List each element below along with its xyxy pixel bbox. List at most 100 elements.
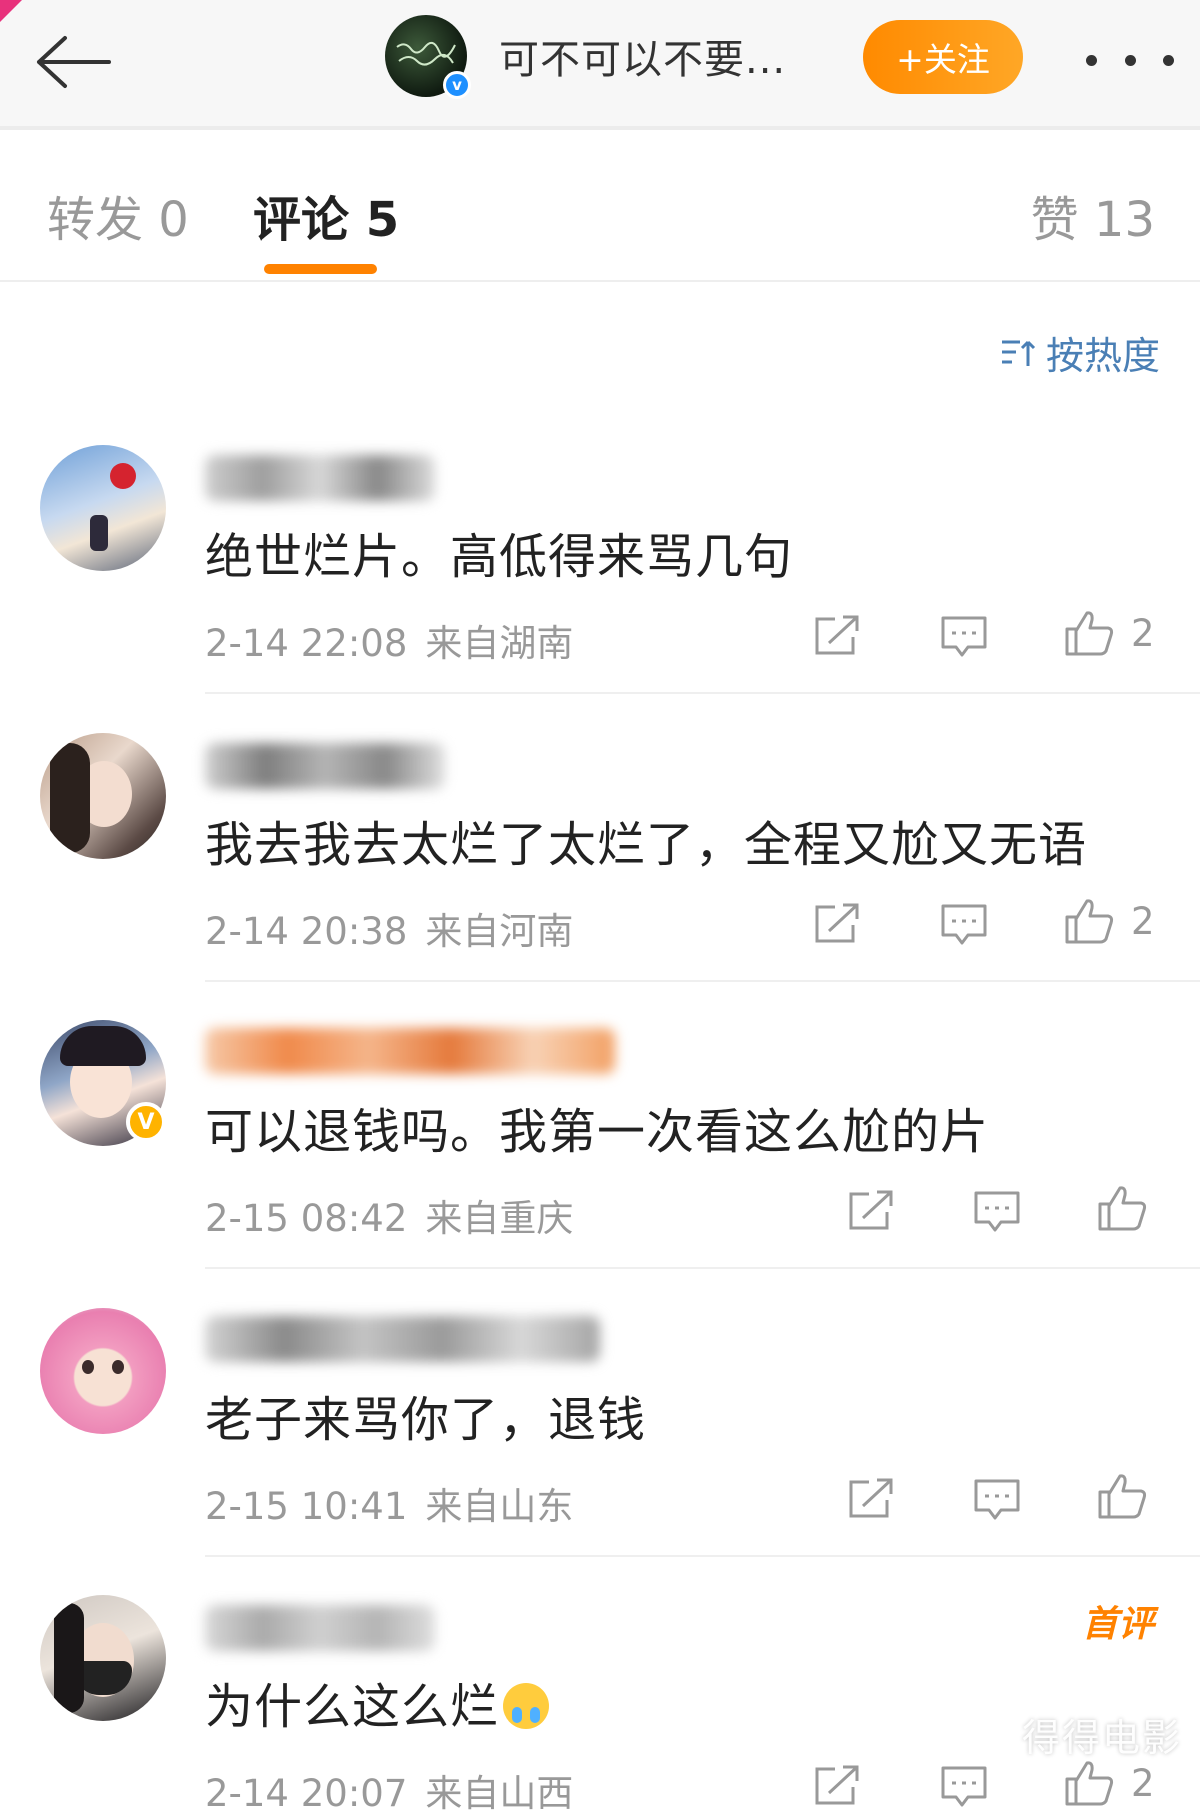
share-button[interactable]: [813, 1763, 861, 1807]
author-name[interactable]: 可不可以不要...: [499, 27, 786, 85]
more-icon-dot: [1124, 54, 1136, 66]
like-count: 2: [1131, 611, 1155, 655]
crying-emoji-icon: [503, 1683, 550, 1729]
reply-button[interactable]: [940, 615, 988, 659]
share-icon: [849, 1190, 893, 1230]
sort-icon: [1001, 340, 1036, 366]
top-bar: v 可不可以不要... +关注: [0, 0, 1200, 130]
comment-time: 2-15 10:41: [205, 1485, 408, 1528]
avatar-balloon: [110, 463, 136, 489]
comment-location: 来自山西: [425, 1772, 574, 1812]
share-icon: [815, 1765, 859, 1805]
share-icon: [815, 903, 859, 943]
divider: [205, 692, 1200, 694]
avatar[interactable]: [40, 1308, 166, 1434]
sort-button[interactable]: 按热度: [1000, 325, 1160, 380]
comment-text: 我去我去太烂了太烂了，全程又尬又无语: [205, 817, 1088, 873]
comment-text-content: 为什么这么烂: [205, 1679, 500, 1735]
reply-button[interactable]: [973, 1190, 1021, 1234]
thumb-up-icon: [1065, 611, 1114, 656]
corner-mark: [0, 0, 22, 22]
share-icon: [849, 1478, 893, 1518]
sort-label: 按热度: [1045, 334, 1160, 378]
comment-text: 可以退钱吗。我第一次看这么尬的片: [205, 1104, 990, 1160]
first-comment-tag: 首评: [1081, 1604, 1154, 1645]
reply-icon: [941, 1766, 987, 1807]
thumb-up-icon: [1098, 1186, 1147, 1231]
like-button[interactable]: 2: [1063, 1759, 1155, 1807]
avatar-eye-left: [82, 1360, 94, 1374]
comment-meta: 2-14 20:38 来自河南: [205, 901, 573, 955]
reply-icon: [974, 1191, 1020, 1232]
comment-meta: 2-15 08:42 来自重庆: [205, 1188, 573, 1242]
post-author[interactable]: v 可不可以不要...: [385, 15, 786, 99]
like-count: 2: [1131, 1761, 1155, 1805]
verified-badge-icon: V: [126, 1102, 166, 1142]
comment-time: 2-15 08:42: [205, 1197, 408, 1240]
like-button[interactable]: 2: [1063, 609, 1155, 657]
avatar[interactable]: V: [40, 1020, 166, 1146]
comment-time: 2-14 20:07: [205, 1772, 408, 1812]
comment-meta: 2-14 22:08 来自湖南: [205, 613, 573, 667]
more-button[interactable]: [1080, 30, 1180, 90]
username-blurred[interactable]: [205, 455, 435, 501]
avatar-hair: [54, 1603, 84, 1713]
comment-text: 绝世烂片。高低得来骂几句: [205, 529, 794, 585]
avatar-hair: [50, 743, 90, 853]
comment-text: 为什么这么烂: [205, 1667, 550, 1737]
active-tab-indicator: [264, 264, 377, 274]
thumb-up-icon: [1065, 899, 1114, 944]
avatar[interactable]: [40, 733, 166, 859]
verified-icon: v: [443, 71, 471, 99]
like-button[interactable]: [1096, 1184, 1148, 1232]
avatar-calligraphy: [396, 41, 456, 66]
thumb-up-icon: [1065, 1761, 1114, 1806]
divider: [205, 980, 1200, 982]
tab-like[interactable]: 赞 13: [1031, 180, 1155, 250]
comment-time: 2-14 20:38: [205, 910, 408, 953]
like-count: 2: [1131, 899, 1155, 943]
share-button[interactable]: [847, 1476, 895, 1520]
avatar[interactable]: [40, 445, 166, 571]
more-icon-dot: [1163, 54, 1174, 66]
share-button[interactable]: [813, 613, 861, 657]
reply-icon: [941, 904, 987, 945]
comment-time: 2-14 22:08: [205, 622, 408, 665]
reply-button[interactable]: [940, 1765, 988, 1809]
author-avatar[interactable]: v: [385, 15, 471, 99]
username-blurred[interactable]: [205, 1605, 435, 1651]
avatar-figure: [90, 515, 108, 551]
divider: [205, 1267, 1200, 1269]
back-arrow-icon: [37, 36, 111, 88]
comment-meta: 2-15 10:41 来自山东: [205, 1476, 573, 1530]
share-icon: [815, 615, 859, 655]
tab-repost[interactable]: 转发 0: [47, 180, 189, 250]
comment-location: 来自山东: [425, 1485, 574, 1528]
reply-button[interactable]: [973, 1478, 1021, 1522]
like-button[interactable]: 2: [1063, 897, 1155, 945]
reply-icon: [974, 1479, 1020, 1520]
avatar-eye-right: [112, 1360, 124, 1374]
divider: [205, 1555, 1200, 1557]
reply-button[interactable]: [940, 903, 988, 947]
avatar-hair: [60, 1026, 146, 1066]
comment-location: 来自河南: [425, 910, 574, 953]
avatar[interactable]: [40, 1595, 166, 1721]
back-button[interactable]: [28, 22, 118, 102]
username-blurred[interactable]: [205, 1316, 600, 1362]
username-blurred[interactable]: [205, 1028, 615, 1074]
thumb-up-icon: [1098, 1474, 1147, 1519]
share-button[interactable]: [813, 901, 861, 945]
comment-location: 来自湖南: [425, 622, 574, 665]
reply-icon: [941, 616, 987, 657]
comment-location: 来自重庆: [425, 1197, 574, 1240]
more-icon: [1086, 54, 1097, 66]
like-button[interactable]: [1096, 1472, 1148, 1520]
tab-bar: 转发 0 评论 5 赞 13: [0, 134, 1200, 282]
follow-button[interactable]: +关注: [863, 20, 1023, 94]
watermark: 得得电影: [1021, 1716, 1182, 1760]
share-button[interactable]: [847, 1188, 895, 1232]
comment-meta: 2-14 20:07 来自山西: [205, 1763, 573, 1812]
comment-text: 老子来骂你了，退钱: [205, 1392, 647, 1448]
username-blurred[interactable]: [205, 743, 445, 789]
